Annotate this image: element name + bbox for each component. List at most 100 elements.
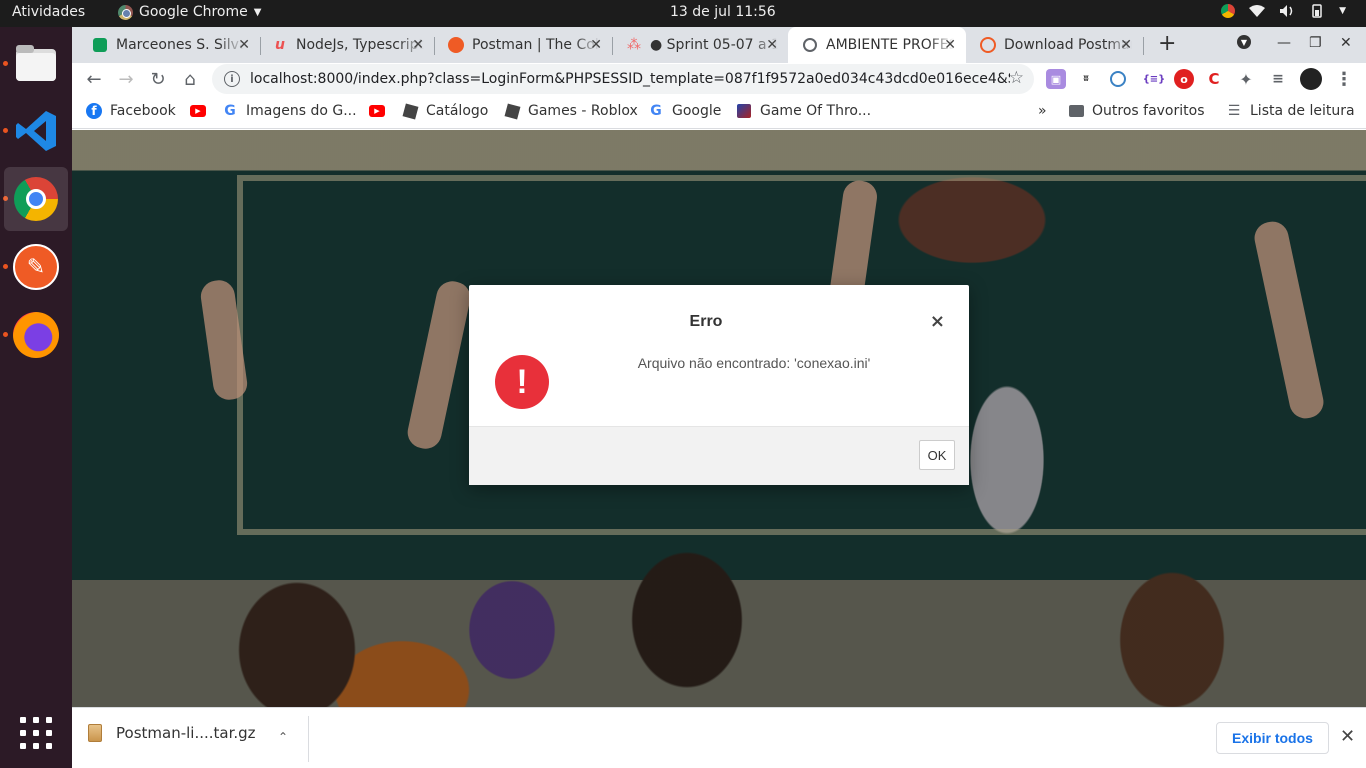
- show-all-downloads-button[interactable]: Exibir todos: [1216, 722, 1329, 754]
- bookmark-catalogo[interactable]: Catálogo: [402, 103, 488, 119]
- extension-circle-icon[interactable]: [1110, 71, 1126, 87]
- bookmark-star-icon[interactable]: ☆: [1009, 68, 1024, 88]
- profile-avatar[interactable]: [1300, 68, 1322, 90]
- folder-icon: [1068, 103, 1084, 119]
- close-tab-icon[interactable]: ✕: [412, 37, 424, 53]
- maximize-button[interactable]: ❐: [1309, 35, 1322, 51]
- dock-chrome[interactable]: [4, 167, 68, 231]
- chevron-down-icon: ▼: [253, 6, 262, 18]
- dock-firefox[interactable]: [4, 303, 68, 367]
- clock[interactable]: 13 de jul 11:56: [670, 4, 776, 20]
- close-tab-icon[interactable]: ✕: [238, 37, 250, 53]
- bookmark-label: Facebook: [110, 103, 176, 119]
- page-background: Erro × ! Arquivo não encontrado: 'conexa…: [72, 130, 1366, 707]
- bookmark-imagens-google[interactable]: G Imagens do G...: [222, 103, 356, 119]
- app-menu[interactable]: Google Chrome ▼: [118, 4, 261, 20]
- tab-title: ● Sprint 05-07 a 16-07: [650, 37, 778, 53]
- media-control-icon[interactable]: ≡: [1268, 69, 1288, 89]
- bookmark-games-roblox[interactable]: Games - Roblox: [504, 103, 638, 119]
- divider: [308, 716, 309, 762]
- globe-icon: [802, 37, 818, 53]
- reload-button[interactable]: ↻: [146, 67, 170, 91]
- extensions-puzzle-icon[interactable]: ✦: [1236, 69, 1256, 89]
- extension-c-icon[interactable]: C: [1204, 69, 1224, 89]
- extension-wappalyzer-icon[interactable]: ʬ: [1076, 69, 1096, 89]
- close-dialog-button[interactable]: ×: [930, 311, 945, 332]
- chrome-window: Marceones S. Silva ✕ u NodeJs, Typescrip…: [72, 27, 1366, 768]
- download-item[interactable]: Postman-li....tar.gz: [88, 724, 256, 742]
- asana-icon: ⁂: [627, 37, 641, 53]
- close-download-shelf-button[interactable]: ✕: [1340, 726, 1355, 747]
- dock-files[interactable]: [4, 31, 68, 95]
- more-bookmarks-label: »: [1038, 103, 1047, 119]
- hangouts-chat-icon: [92, 37, 108, 53]
- show-applications-button[interactable]: [20, 717, 52, 749]
- dock-vscode[interactable]: [4, 99, 68, 163]
- menu-kebab-icon[interactable]: ⋮: [1334, 69, 1354, 90]
- roblox-icon: [504, 103, 520, 119]
- tab-title: NodeJs, Typescript: [296, 37, 424, 53]
- bookmark-label: Outros favoritos: [1092, 103, 1205, 119]
- system-tray[interactable]: ▼: [1221, 4, 1346, 18]
- reading-list-button[interactable]: ☰ Lista de leitura: [1226, 103, 1355, 119]
- bookmark-label: Game Of Thro...: [760, 103, 872, 119]
- chrome-tray-icon[interactable]: [1221, 4, 1236, 18]
- activities-button[interactable]: Atividades: [12, 4, 85, 20]
- close-tab-icon[interactable]: ✕: [944, 37, 956, 53]
- download-file-name: Postman-li....tar.gz: [116, 724, 256, 742]
- google-icon: G: [224, 103, 236, 119]
- tab-marceones[interactable]: Marceones S. Silva ✕: [78, 27, 260, 63]
- url-text[interactable]: localhost:8000/index.php?class=LoginForm…: [250, 71, 1010, 87]
- bookmark-youtube-2[interactable]: ▶: [369, 103, 385, 119]
- extension-json-icon[interactable]: {≡}: [1143, 69, 1166, 89]
- chevron-down-icon: ▼: [1339, 6, 1346, 16]
- tab-sprint[interactable]: ⁂ ● Sprint 05-07 a 16-07 ✕: [612, 27, 788, 63]
- dialog-footer: OK: [469, 426, 969, 485]
- tab-title: Download Postman: [1004, 37, 1132, 53]
- tab-strip: Marceones S. Silva ✕ u NodeJs, Typescrip…: [72, 27, 1366, 63]
- home-button[interactable]: ⌂: [178, 67, 202, 91]
- address-bar[interactable]: i localhost:8000/index.php?class=LoginFo…: [212, 64, 1034, 94]
- error-message: Arquivo não encontrado: 'conexao.ini': [637, 355, 871, 371]
- tab-nodejs[interactable]: u NodeJs, Typescript ✕: [258, 27, 434, 63]
- site-info-icon[interactable]: i: [224, 71, 240, 87]
- reading-list-label: Lista de leitura: [1250, 103, 1355, 119]
- back-button[interactable]: ←: [82, 67, 106, 91]
- tab-search-icon[interactable]: ▼: [1237, 35, 1251, 49]
- bookmark-google[interactable]: G Google: [648, 103, 721, 119]
- tab-title: AMBIENTE PROFESSOR: [826, 37, 954, 53]
- bookmark-other-favorites[interactable]: Outros favoritos: [1068, 103, 1205, 119]
- tab-postman[interactable]: Postman | The Collab ✕: [434, 27, 612, 63]
- error-icon: !: [495, 355, 549, 409]
- bookmark-youtube-1[interactable]: ▶: [190, 103, 206, 119]
- app-menu-label: Google Chrome: [139, 4, 248, 20]
- forward-button[interactable]: →: [114, 67, 138, 91]
- close-tab-icon[interactable]: ✕: [590, 37, 602, 53]
- chevron-up-icon[interactable]: ⌃: [278, 730, 288, 744]
- reading-list-icon: ☰: [1227, 103, 1241, 119]
- close-window-button[interactable]: ✕: [1340, 35, 1352, 51]
- archive-file-icon: [88, 724, 102, 742]
- wifi-icon: [1249, 5, 1266, 17]
- minimize-button[interactable]: —: [1277, 35, 1291, 51]
- dock-postman[interactable]: ✎: [4, 235, 68, 299]
- chrome-icon: [118, 4, 133, 20]
- facebook-icon: f: [86, 103, 102, 119]
- tab-ambiente-professor[interactable]: AMBIENTE PROFESSOR ✕: [788, 27, 966, 63]
- close-tab-icon[interactable]: ✕: [766, 37, 778, 53]
- volume-icon: [1280, 5, 1293, 17]
- error-dialog: Erro × ! Arquivo não encontrado: 'conexa…: [469, 285, 969, 485]
- extension-lock-icon[interactable]: ▣: [1046, 69, 1066, 89]
- tab-separator: [1143, 37, 1144, 55]
- new-tab-button[interactable]: +: [1158, 33, 1176, 55]
- close-tab-icon[interactable]: ✕: [1120, 37, 1132, 53]
- bookmark-facebook[interactable]: f Facebook: [86, 103, 176, 119]
- tab-download-postman[interactable]: Download Postman ✕: [966, 27, 1142, 63]
- roblox-icon: [402, 103, 418, 119]
- extension-opera-icon[interactable]: o: [1174, 69, 1194, 89]
- youtube-icon: ▶: [369, 103, 385, 119]
- more-bookmarks-button[interactable]: »: [1038, 103, 1047, 119]
- ok-button[interactable]: OK: [919, 440, 955, 470]
- bookmark-game-of-thrones[interactable]: Game Of Thro...: [736, 103, 871, 119]
- postman-icon: [980, 37, 996, 53]
